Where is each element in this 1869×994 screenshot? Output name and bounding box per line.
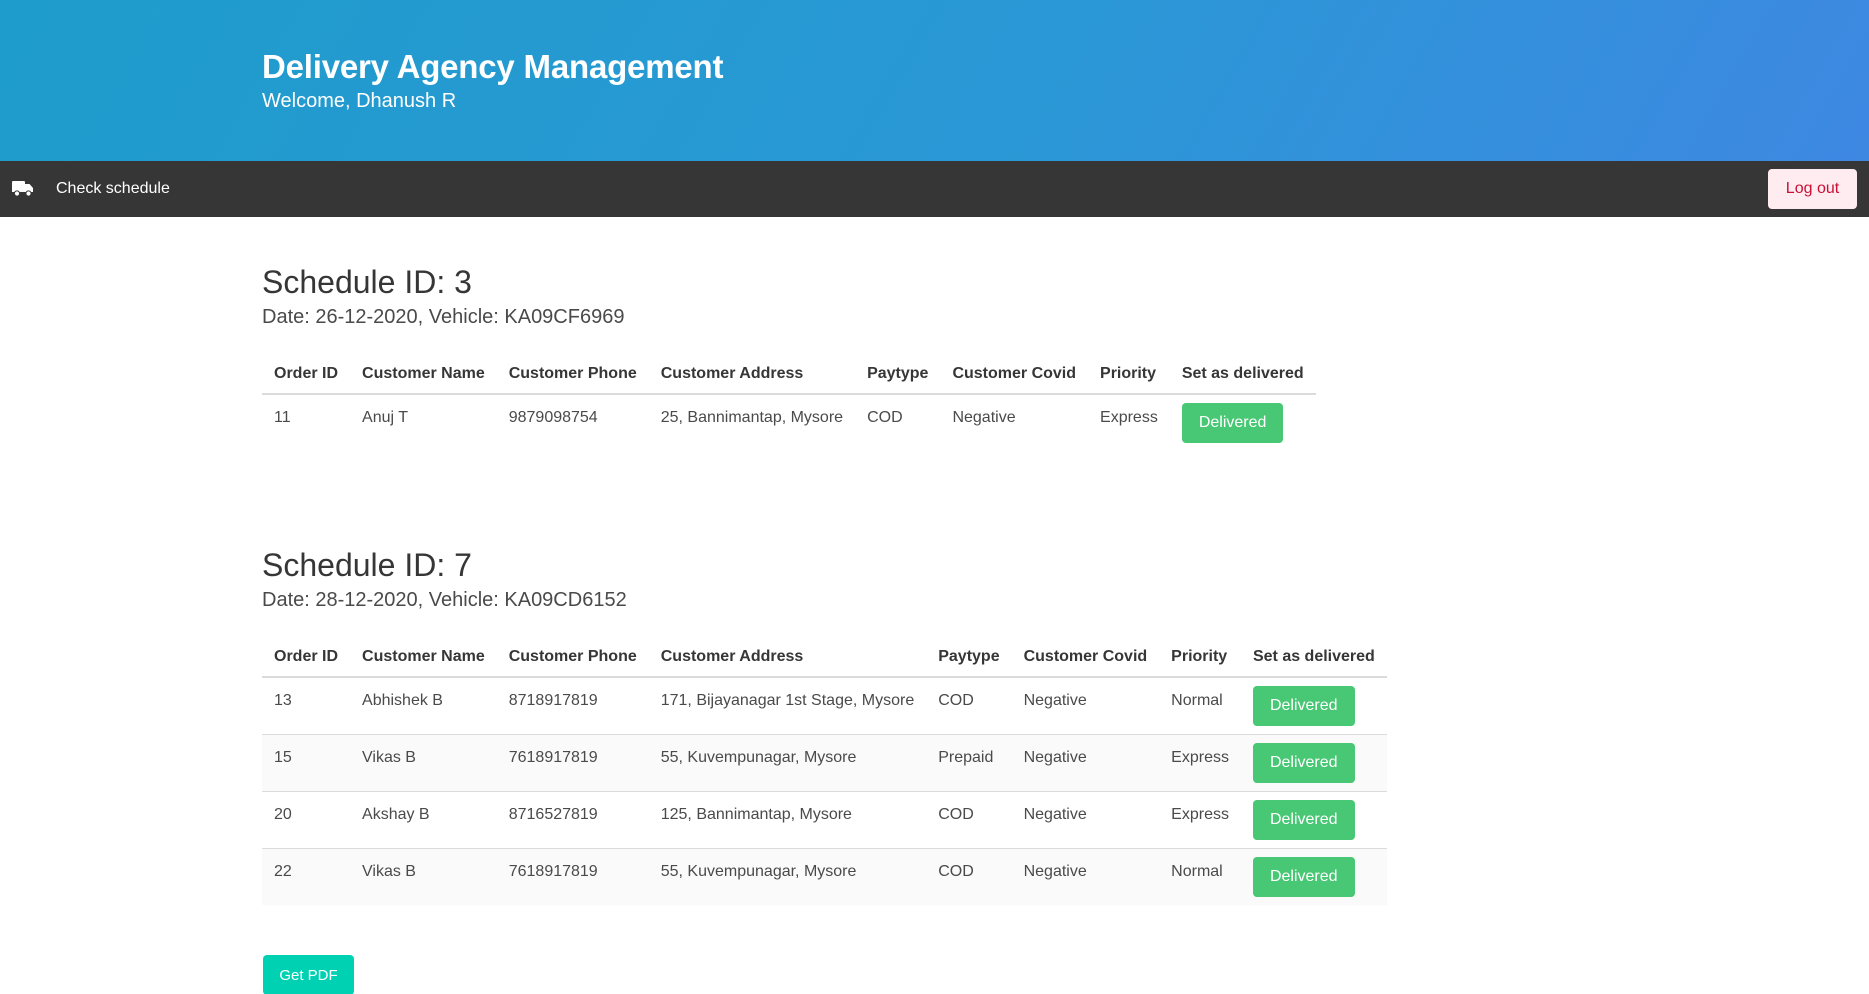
order-id-cell: 22: [262, 848, 351, 905]
order-id-cell: 13: [262, 677, 351, 735]
customer-address-cell: 171, Bijayanagar 1st Stage, Mysore: [648, 677, 927, 735]
delivered-button[interactable]: Delivered: [1252, 686, 1355, 726]
schedule-heading: Schedule ID: 7 Date: 28-12-2020, Vehicle…: [262, 547, 627, 612]
nav-item-check-schedule[interactable]: Check schedule: [0, 161, 190, 217]
col-customer-phone: Customer Phone: [496, 355, 649, 395]
customer-name-cell: Vikas B: [350, 848, 497, 905]
schedule-title: Schedule ID: 3: [262, 264, 472, 300]
col-order-id: Order ID: [262, 638, 351, 678]
table-row: 15 Vikas B 7618917819 55, Kuvempunagar, …: [262, 734, 1387, 792]
order-id-cell: 20: [262, 791, 351, 849]
col-priority: Priority: [1088, 355, 1170, 395]
paytype-cell: COD: [926, 791, 1012, 849]
paytype-cell: COD: [926, 848, 1012, 905]
schedule-meta: Date: 28-12-2020, Vehicle: KA09CD6152: [262, 589, 627, 612]
delivered-button[interactable]: Delivered: [1252, 799, 1355, 840]
customer-phone-cell: 9879098754: [508, 409, 598, 426]
customer-name-cell: Vikas B: [350, 734, 497, 792]
customer-address-cell: 55, Kuvempunagar, Mysore: [648, 734, 927, 792]
get-pdf-button[interactable]: Get PDF: [263, 955, 354, 994]
col-paytype: Paytype: [855, 355, 941, 395]
col-order-id: Order ID: [262, 355, 351, 395]
customer-phone-cell: 8718917819: [496, 677, 649, 735]
table-row: 13 Abhishek B 8718917819 171, Bijayanaga…: [262, 677, 1387, 735]
col-customer-name: Customer Name: [350, 638, 497, 678]
action-cell: Delivered: [1240, 848, 1387, 905]
paytype-cell: COD: [867, 409, 903, 426]
col-priority: Priority: [1159, 638, 1241, 678]
priority-cell: Normal: [1159, 848, 1241, 905]
action-cell: Delivered: [1240, 791, 1387, 849]
col-customer-phone: Customer Phone: [496, 638, 649, 678]
schedule-heading: Schedule ID: 3 Date: 26-12-2020, Vehicle…: [262, 264, 625, 329]
truck-icon: [12, 181, 33, 197]
nav-item-label: Check schedule: [56, 180, 170, 197]
schedule-title: Schedule ID: 7: [262, 547, 472, 583]
col-set-as-delivered: Set as delivered: [1240, 638, 1387, 678]
table-header-row: Order ID Customer Name Customer Phone Cu…: [262, 638, 1387, 678]
covid-cell: Negative: [1011, 677, 1160, 735]
page-title: Delivery Agency Management: [262, 48, 724, 85]
priority-cell: Express: [1100, 409, 1158, 426]
customer-address-cell: 25, Bannimantap, Mysore: [660, 409, 844, 426]
col-customer-covid: Customer Covid: [940, 355, 1089, 395]
table-row: 20 Akshay B 8716527819 125, Bannimantap,…: [262, 791, 1387, 849]
customer-phone-cell: 8716527819: [496, 791, 649, 849]
table-row: 11 Anuj T 9879098754 25, Bannimantap, My…: [262, 394, 1316, 451]
table-row: 22 Vikas B 7618917819 55, Kuvempunagar, …: [262, 848, 1387, 905]
customer-address-cell: 55, Kuvempunagar, Mysore: [648, 848, 927, 905]
schedule-table: Order ID Customer Name Customer Phone Cu…: [262, 638, 1387, 905]
paytype-cell: Prepaid: [926, 734, 1012, 792]
hero-header: Delivery Agency Management Welcome, Dhan…: [0, 0, 1869, 161]
welcome-message: Welcome, Dhanush R: [262, 90, 457, 112]
paytype-cell: COD: [926, 677, 1012, 735]
col-customer-address: Customer Address: [648, 355, 856, 395]
col-customer-address: Customer Address: [648, 638, 927, 678]
delivered-button[interactable]: Delivered: [1252, 856, 1355, 897]
action-cell: Delivered: [1240, 677, 1387, 735]
priority-cell: Express: [1159, 734, 1241, 792]
priority-cell: Normal: [1159, 677, 1241, 735]
priority-cell: Express: [1159, 791, 1241, 849]
order-id-cell: 11: [274, 409, 291, 426]
customer-name-cell: Anuj T: [362, 409, 408, 426]
logout-button[interactable]: Log out: [1768, 169, 1857, 209]
action-cell: Delivered: [1170, 394, 1316, 451]
col-paytype: Paytype: [926, 638, 1012, 678]
order-id-cell: 15: [262, 734, 351, 792]
covid-cell: Negative: [1011, 734, 1160, 792]
covid-cell: Negative: [1011, 791, 1160, 849]
covid-cell: Negative: [1011, 848, 1160, 905]
delivered-button[interactable]: Delivered: [1252, 742, 1355, 783]
col-customer-name: Customer Name: [350, 355, 497, 395]
navbar: Check schedule: [0, 161, 1869, 217]
schedule-meta: Date: 26-12-2020, Vehicle: KA09CF6969: [262, 306, 625, 329]
customer-name-cell: Abhishek B: [350, 677, 497, 735]
col-set-as-delivered: Set as delivered: [1169, 355, 1316, 395]
delivered-button[interactable]: Delivered: [1181, 403, 1284, 443]
schedule-table: Order ID Customer Name Customer Phone Cu…: [262, 355, 1316, 451]
action-cell: Delivered: [1240, 734, 1387, 792]
col-customer-covid: Customer Covid: [1011, 638, 1160, 678]
customer-phone-cell: 7618917819: [496, 734, 649, 792]
covid-cell: Negative: [952, 409, 1016, 426]
table-header-row: Order ID Customer Name Customer Phone Cu…: [262, 355, 1316, 395]
customer-address-cell: 125, Bannimantap, Mysore: [648, 791, 927, 849]
customer-name-cell: Akshay B: [350, 791, 497, 849]
customer-phone-cell: 7618917819: [496, 848, 649, 905]
